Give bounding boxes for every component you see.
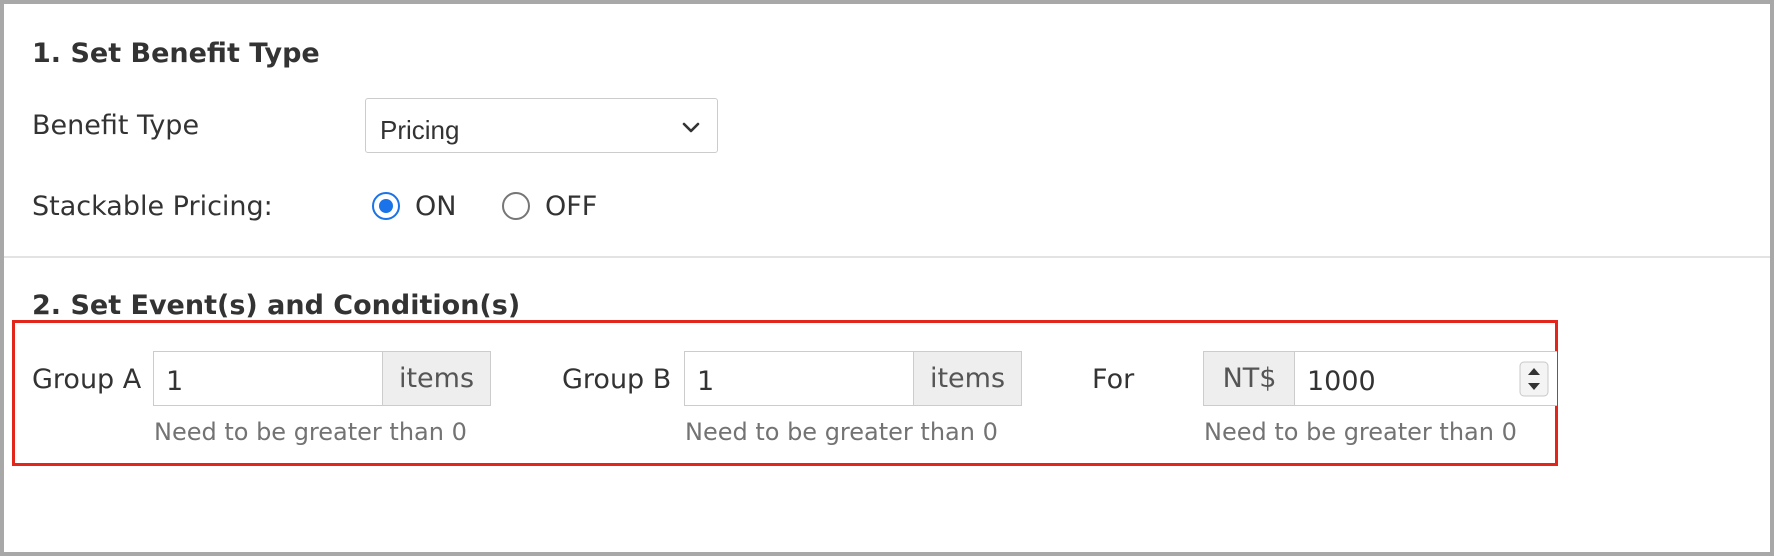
price-help-text: Need to be greater than 0 <box>1204 418 1517 446</box>
stackable-on-radio[interactable] <box>372 192 400 220</box>
chevron-down-icon <box>682 122 700 133</box>
group-b-quantity-input[interactable]: 1 <box>684 351 915 406</box>
section-title-benefit-type: 1. Set Benefit Type <box>32 38 320 69</box>
for-label: For <box>1092 364 1135 395</box>
benefit-type-value: Pricing <box>380 115 460 145</box>
group-a-value: 1 <box>166 366 184 397</box>
price-value: 1000 <box>1307 366 1376 397</box>
stackable-on-label[interactable]: ON <box>415 191 456 222</box>
group-b-help-text: Need to be greater than 0 <box>685 418 998 446</box>
group-a-unit-addon: items <box>382 351 491 406</box>
price-input[interactable]: 1000 <box>1294 351 1557 406</box>
stackable-off-radio[interactable] <box>502 192 530 220</box>
currency-addon: NT$ <box>1203 351 1296 406</box>
group-b-label: Group B <box>562 364 672 395</box>
spinner-arrows-icon[interactable] <box>1519 361 1549 397</box>
section-divider <box>4 256 1770 258</box>
settings-panel: 1. Set Benefit Type Benefit Type Pricing… <box>0 0 1774 556</box>
group-a-quantity-input[interactable]: 1 <box>153 351 384 406</box>
stackable-pricing-label: Stackable Pricing: <box>32 191 273 222</box>
group-a-label: Group A <box>32 364 142 395</box>
group-b-value: 1 <box>697 366 715 397</box>
benefit-type-select[interactable]: Pricing <box>365 98 718 153</box>
group-a-help-text: Need to be greater than 0 <box>154 418 467 446</box>
section-title-events-conditions: 2. Set Event(s) and Condition(s) <box>32 290 521 321</box>
stackable-off-label[interactable]: OFF <box>545 191 597 222</box>
benefit-type-label: Benefit Type <box>32 110 200 141</box>
group-b-unit-addon: items <box>913 351 1022 406</box>
radio-selected-dot <box>379 199 393 213</box>
